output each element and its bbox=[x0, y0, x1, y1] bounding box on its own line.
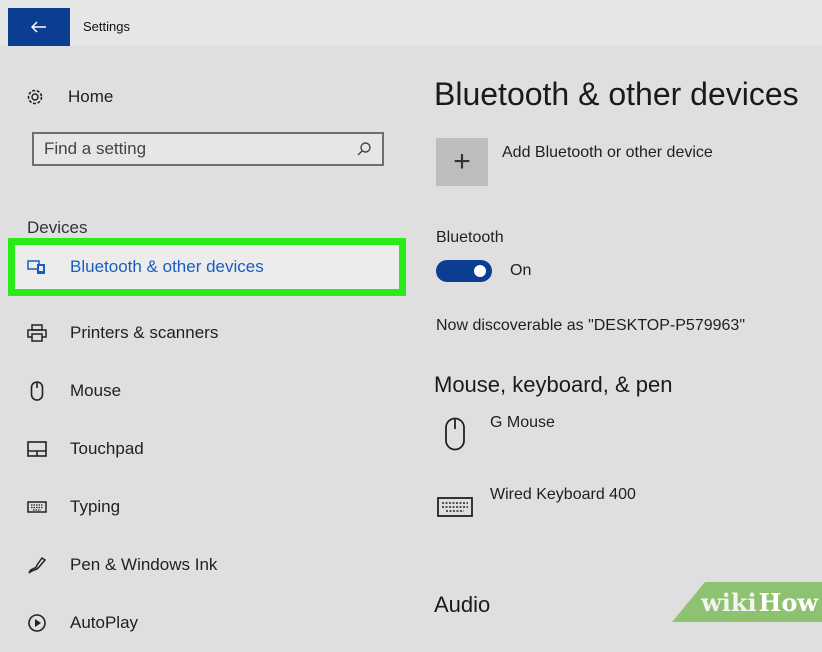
sidebar-item-touchpad[interactable]: Touchpad bbox=[8, 420, 406, 478]
bluetooth-devices-icon bbox=[26, 256, 48, 278]
add-device-button[interactable]: + bbox=[436, 138, 488, 186]
device-wired-keyboard[interactable]: Wired Keyboard 400 bbox=[436, 484, 636, 528]
sidebar-item-typing[interactable]: Typing bbox=[8, 478, 406, 536]
arrow-left-icon bbox=[31, 21, 46, 33]
discoverable-text: Now discoverable as "DESKTOP-P579963" bbox=[436, 317, 745, 334]
pen-icon bbox=[26, 554, 48, 576]
mouse-icon bbox=[26, 380, 48, 402]
audio-heading: Audio bbox=[434, 592, 491, 617]
search-input[interactable] bbox=[44, 139, 356, 159]
sidebar-item-mouse[interactable]: Mouse bbox=[8, 362, 406, 420]
mouse-keyboard-pen-heading: Mouse, keyboard, & pen bbox=[434, 372, 673, 397]
add-device-row[interactable]: + Add Bluetooth or other device bbox=[436, 138, 713, 186]
device-name: G Mouse bbox=[490, 414, 555, 431]
bluetooth-toggle[interactable] bbox=[436, 260, 492, 282]
mouse-icon bbox=[436, 412, 474, 456]
bluetooth-toggle-row: On bbox=[436, 260, 531, 282]
window-title: Settings bbox=[83, 19, 130, 34]
sidebar-item-label: Printers & scanners bbox=[70, 323, 219, 342]
toggle-knob bbox=[474, 265, 486, 277]
sidebar-item-label: Mouse bbox=[70, 381, 122, 400]
printer-icon bbox=[26, 322, 48, 344]
sidebar-item-printers[interactable]: Printers & scanners bbox=[8, 304, 406, 362]
device-g-mouse[interactable]: G Mouse bbox=[436, 412, 555, 456]
main-content: Bluetooth & other devices + Add Bluetoot… bbox=[415, 46, 822, 622]
search-box[interactable] bbox=[32, 132, 384, 166]
autoplay-icon bbox=[26, 612, 48, 634]
title-bar: Settings bbox=[0, 0, 822, 46]
sidebar-item-label: AutoPlay bbox=[70, 613, 139, 632]
sidebar-item-label: Touchpad bbox=[70, 439, 144, 458]
touchpad-icon bbox=[26, 438, 48, 460]
home-label: Home bbox=[68, 87, 114, 106]
sidebar: Home Devices Bluetooth & other devices bbox=[0, 46, 415, 632]
bluetooth-label: Bluetooth bbox=[436, 229, 504, 246]
sidebar-item-label: Pen & Windows Ink bbox=[70, 555, 218, 574]
sidebar-item-bluetooth[interactable]: Bluetooth & other devices bbox=[8, 238, 406, 296]
plus-icon: + bbox=[453, 145, 471, 178]
keyboard-icon bbox=[26, 496, 48, 518]
sidebar-item-label: Bluetooth & other devices bbox=[70, 257, 264, 276]
add-device-label: Add Bluetooth or other device bbox=[502, 144, 713, 161]
sidebar-item-pen[interactable]: Pen & Windows Ink bbox=[8, 536, 406, 594]
sidebar-item-label: Typing bbox=[70, 497, 121, 516]
keyboard-icon bbox=[436, 484, 474, 528]
back-button[interactable] bbox=[8, 8, 70, 46]
search-icon[interactable] bbox=[356, 141, 372, 157]
devices-section-label: Devices bbox=[27, 218, 88, 237]
sidebar-item-autoplay[interactable]: AutoPlay bbox=[8, 594, 406, 652]
toggle-state-label: On bbox=[510, 262, 532, 279]
gear-icon bbox=[24, 86, 46, 108]
device-name: Wired Keyboard 400 bbox=[490, 486, 636, 503]
page-title: Bluetooth & other devices bbox=[434, 76, 799, 112]
home-nav-item[interactable]: Home bbox=[24, 84, 113, 110]
